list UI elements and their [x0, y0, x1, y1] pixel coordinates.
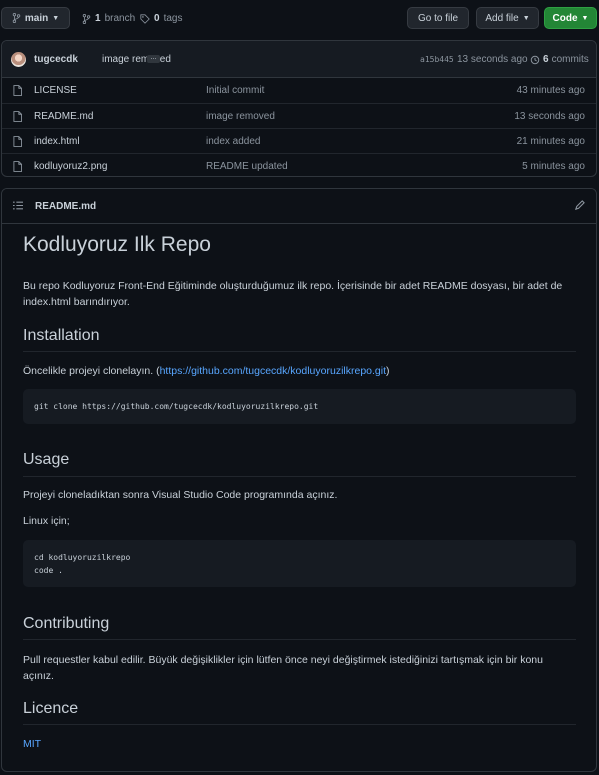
usage-text: Projeyi cloneladıktan sonra Visual Studi…: [23, 489, 338, 501]
heading-divider: [23, 476, 576, 477]
file-age: 21 minutes ago: [516, 136, 585, 147]
branches-link[interactable]: 1 branch: [82, 13, 135, 24]
commit-sha[interactable]: a15b445: [420, 55, 454, 64]
commits-count: 6: [543, 54, 549, 65]
file-name-link[interactable]: index.html: [34, 136, 80, 147]
pencil-icon[interactable]: [574, 200, 585, 211]
file-icon-wrap: [13, 161, 22, 175]
installation-text-after: ): [386, 365, 390, 377]
latest-commit-bar: tugcecdk image removed ... a15b445 13 se…: [2, 41, 596, 78]
commit-expand-button[interactable]: ...: [147, 54, 160, 63]
history-icon: [530, 55, 540, 64]
usage-heading: Usage: [23, 451, 70, 468]
file-commit-message[interactable]: index added: [206, 136, 261, 147]
heading-divider: [23, 639, 576, 640]
commits-link[interactable]: 6 commits: [530, 54, 589, 65]
licence-heading: Licence: [23, 700, 79, 717]
commit-message[interactable]: image removed: [102, 54, 171, 65]
table-row[interactable]: kodluyoruz2.png README updated 5 minutes a…: [2, 153, 596, 176]
table-row[interactable]: README.md image removed 13 seconds ago: [2, 103, 596, 128]
commits-label: commits: [551, 54, 589, 65]
readme-title: Kodluyoruz Ilk Repo: [23, 233, 211, 256]
readme-filename: README.md: [35, 201, 97, 212]
file-age: 13 seconds ago: [514, 111, 585, 122]
heading-divider: [23, 351, 576, 352]
tags-link[interactable]: 0 tags: [140, 13, 182, 24]
installation-text-before: Öncelikle projeyi clonelayın. (: [23, 365, 160, 377]
file-age: 43 minutes ago: [516, 85, 585, 96]
branches-label: branch: [104, 13, 136, 24]
add-file-label: Add file: [485, 12, 519, 24]
file-icon-wrap: [13, 136, 22, 150]
table-row[interactable]: LICENSE Initial commit 43 minutes ago: [2, 78, 596, 103]
git-branch-icon: [12, 13, 21, 23]
code-button[interactable]: Code ▼: [544, 7, 597, 29]
file-commit-message[interactable]: Initial commit: [206, 85, 264, 96]
repo-toolbar: main ▼ 1 branch 0 tags Go to file Add fi…: [0, 0, 599, 36]
installation-text: Öncelikle projeyi clonelayın. (https://g…: [23, 363, 576, 379]
tags-label: tags: [163, 13, 183, 24]
code-line: cd kodluyoruzilkrepo: [34, 553, 131, 562]
repo-clone-link[interactable]: https://github.com/tugcecdk/kodluyoruzil…: [160, 365, 386, 377]
readme-panel: README.md Kodluyoruz Ilk Repo Bu repo Ko…: [1, 188, 597, 772]
file-icon-wrap: [13, 111, 22, 125]
go-to-file-label: Go to file: [417, 12, 459, 24]
licence-link[interactable]: MIT: [23, 738, 41, 750]
file-age: 5 minutes ago: [522, 161, 585, 172]
table-row[interactable]: index.html index added 21 minutes ago: [2, 128, 596, 153]
file-name-link[interactable]: README.md: [34, 111, 93, 122]
file-icon: [13, 111, 22, 122]
avatar[interactable]: [11, 52, 26, 67]
contributing-text: Pull requestler kabul edilir. Büyük deği…: [23, 654, 543, 682]
file-name-link[interactable]: LICENSE: [34, 85, 77, 96]
code-line: code .: [34, 566, 63, 575]
heading-divider: [23, 724, 576, 725]
code-label: Code: [552, 12, 578, 24]
usage-code-block: cd kodluyoruzilkrepo code .: [23, 540, 576, 587]
list-icon[interactable]: [13, 201, 23, 210]
file-browser: tugcecdk image removed ... a15b445 13 se…: [1, 40, 597, 177]
add-file-button[interactable]: Add file ▼: [476, 7, 539, 29]
branch-selector-button[interactable]: main ▼: [1, 7, 70, 29]
licence-text: MIT: [23, 736, 576, 752]
file-commit-message[interactable]: README updated: [206, 161, 288, 172]
chevron-down-icon: ▼: [581, 14, 589, 22]
file-commit-message[interactable]: image removed: [206, 111, 275, 122]
chevron-down-icon: ▼: [522, 14, 530, 22]
contributing-heading: Contributing: [23, 615, 110, 632]
file-icon: [13, 161, 22, 172]
tag-icon: [140, 13, 150, 24]
branches-count: 1: [95, 13, 101, 24]
commit-author[interactable]: tugcecdk: [34, 54, 78, 65]
chevron-down-icon: ▼: [52, 14, 60, 22]
file-icon-wrap: [13, 85, 22, 99]
commit-time: 13 seconds ago: [457, 54, 528, 65]
installation-heading: Installation: [23, 327, 100, 344]
go-to-file-button[interactable]: Go to file: [407, 7, 469, 29]
branch-name: main: [24, 12, 49, 24]
install-code-block: git clone https://github.com/tugcecdk/ko…: [23, 389, 576, 424]
git-branch-icon: [82, 13, 91, 24]
file-icon: [13, 136, 22, 147]
code-line: git clone https://github.com/tugcecdk/ko…: [34, 402, 319, 411]
readme-header: README.md: [2, 189, 596, 224]
tags-count: 0: [154, 13, 160, 24]
readme-intro: Bu repo Kodluyoruz Front-End Eğitiminde …: [23, 280, 563, 308]
linux-text: Linux için;: [23, 515, 70, 527]
file-name-link[interactable]: kodluyoruz2.png: [34, 161, 107, 172]
file-list: LICENSE Initial commit 43 minutes ago READM…: [2, 78, 596, 176]
file-icon: [13, 85, 22, 96]
